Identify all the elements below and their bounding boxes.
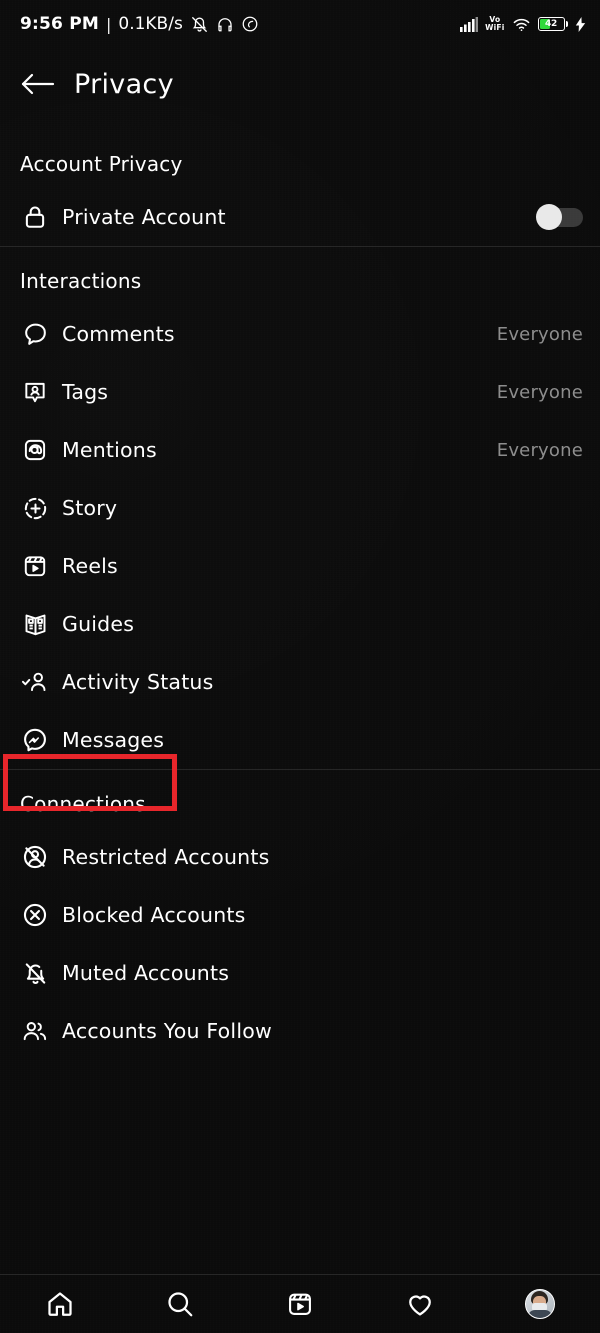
row-label-restricted-accounts: Restricted Accounts: [62, 845, 270, 869]
settings-list: Account Privacy Private Account Interact…: [0, 120, 600, 1274]
restricted-person-icon: [20, 842, 50, 872]
row-restricted-accounts[interactable]: Restricted Accounts: [0, 828, 600, 886]
charging-bolt-icon: [575, 16, 586, 32]
row-value-comments: Everyone: [496, 323, 583, 345]
blocked-circle-x-icon: [20, 900, 50, 930]
row-label-mentions: Mentions: [62, 438, 157, 462]
row-story[interactable]: Story: [0, 479, 600, 537]
phone-screen: 9:56 PM | 0.1KB/s Vo WiFi 42 Privacy Acc…: [0, 0, 600, 1333]
signal-bars-icon: [460, 16, 479, 32]
profile-avatar: [525, 1289, 555, 1319]
status-bar-left: 9:56 PM | 0.1KB/s: [20, 14, 259, 34]
row-label-private-account: Private Account: [62, 205, 226, 229]
search-icon: [165, 1289, 195, 1319]
section-interactions: Interactions Comments Everyone Tags Ever…: [0, 247, 600, 769]
guides-book-icon: [20, 609, 50, 639]
row-private-account[interactable]: Private Account: [0, 188, 600, 246]
nav-activity[interactable]: [390, 1279, 450, 1329]
bottom-navigation-bar: [0, 1274, 600, 1333]
row-label-tags: Tags: [62, 380, 109, 404]
toggle-knob: [536, 204, 562, 230]
row-label-accounts-you-follow: Accounts You Follow: [62, 1019, 272, 1043]
row-reels[interactable]: Reels: [0, 537, 600, 595]
status-time: 9:56 PM: [20, 14, 99, 34]
section-title-account-privacy: Account Privacy: [20, 152, 183, 176]
section-account-privacy: Account Privacy Private Account: [0, 120, 600, 246]
nav-home[interactable]: [30, 1279, 90, 1329]
wifi-icon: [512, 17, 531, 32]
row-muted-accounts[interactable]: Muted Accounts: [0, 944, 600, 1002]
row-accounts-you-follow[interactable]: Accounts You Follow: [0, 1002, 600, 1060]
row-activity-status[interactable]: Activity Status: [0, 653, 600, 711]
row-mentions[interactable]: Mentions Everyone: [0, 421, 600, 479]
status-separator: |: [105, 14, 112, 34]
nav-reels[interactable]: [270, 1279, 330, 1329]
row-label-activity-status: Activity Status: [62, 670, 214, 694]
row-label-muted-accounts: Muted Accounts: [62, 961, 230, 985]
lock-icon: [20, 202, 50, 232]
comment-bubble-icon: [20, 319, 50, 349]
nav-profile[interactable]: [510, 1279, 570, 1329]
battery-level: 42: [545, 19, 557, 29]
page-title: Privacy: [74, 68, 174, 100]
nav-search[interactable]: [150, 1279, 210, 1329]
vowifi-icon: Vo WiFi: [485, 16, 504, 32]
at-sign-icon: [20, 435, 50, 465]
mute-bell-icon: [190, 15, 209, 34]
row-label-blocked-accounts: Blocked Accounts: [62, 903, 246, 927]
muted-bell-icon: [20, 958, 50, 988]
row-label-guides: Guides: [62, 612, 135, 636]
row-value-mentions: Everyone: [496, 439, 583, 461]
arrow-left-icon: [21, 71, 55, 97]
battery-icon: 42: [537, 17, 568, 31]
messenger-icon: [20, 725, 50, 755]
row-messages[interactable]: Messages: [0, 711, 600, 769]
row-label-reels: Reels: [62, 554, 118, 578]
row-label-comments: Comments: [62, 322, 175, 346]
page-header: Privacy: [0, 48, 600, 120]
section-connections: Connections Restricted Accounts Blocked …: [0, 770, 600, 1060]
home-icon: [45, 1289, 75, 1319]
heart-icon: [405, 1289, 435, 1319]
row-value-tags: Everyone: [496, 381, 583, 403]
activity-status-icon: [20, 667, 50, 697]
section-title-connections: Connections: [20, 792, 146, 816]
row-guides[interactable]: Guides: [0, 595, 600, 653]
headphones-icon: [216, 15, 234, 33]
vowifi-bottom: WiFi: [485, 23, 505, 32]
network-speed: 0.1KB/s: [118, 14, 183, 34]
status-bar-right: Vo WiFi 42: [460, 16, 586, 32]
row-comments[interactable]: Comments Everyone: [0, 305, 600, 363]
private-account-toggle[interactable]: [536, 204, 583, 230]
people-group-icon: [20, 1016, 50, 1046]
row-label-messages: Messages: [62, 728, 165, 752]
row-blocked-accounts[interactable]: Blocked Accounts: [0, 886, 600, 944]
status-bar: 9:56 PM | 0.1KB/s Vo WiFi 42: [0, 0, 600, 48]
story-plus-icon: [20, 493, 50, 523]
reels-icon: [20, 551, 50, 581]
row-label-story: Story: [62, 496, 118, 520]
back-button[interactable]: [6, 52, 70, 116]
dnd-icon: [241, 15, 259, 33]
row-tags[interactable]: Tags Everyone: [0, 363, 600, 421]
tag-person-icon: [20, 377, 50, 407]
section-title-interactions: Interactions: [20, 269, 142, 293]
reels-icon: [286, 1290, 314, 1318]
